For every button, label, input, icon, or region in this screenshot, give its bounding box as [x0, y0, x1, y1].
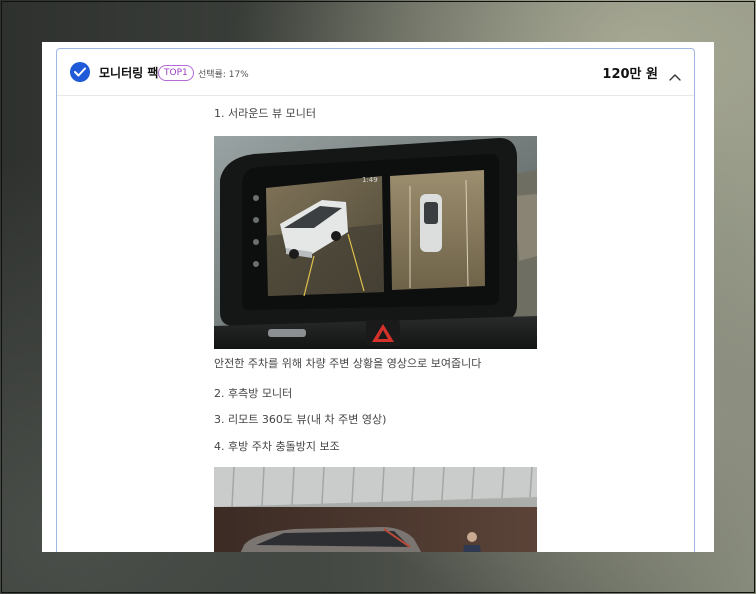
- feature-item-2: 2. 후측방 모니터: [214, 387, 293, 400]
- surround-view-image: 1:49: [214, 136, 537, 349]
- selection-rate: 선택률: 17%: [198, 70, 249, 80]
- check-circle-icon[interactable]: [70, 62, 90, 82]
- top-badge: TOP1: [158, 65, 194, 81]
- feature-item-4: 4. 후방 주차 충돌방지 보조: [214, 440, 340, 453]
- option-price: 120만 원: [602, 67, 658, 82]
- chevron-up-icon[interactable]: [668, 67, 682, 81]
- monitoring-pack-card: 모니터링 팩 TOP1 선택률: 17% 120만 원 1. 서라운드 뷰 모니…: [56, 48, 695, 552]
- feature-item-3: 3. 리모트 360도 뷰(내 차 주변 영상): [214, 413, 387, 426]
- feature-item-1: 1. 서라운드 뷰 모니터: [214, 107, 316, 120]
- option-title: 모니터링 팩: [99, 66, 159, 80]
- card-header[interactable]: 모니터링 팩 TOP1 선택률: 17% 120만 원: [57, 49, 694, 96]
- option-panel: 모니터링 팩 TOP1 선택률: 17% 120만 원 1. 서라운드 뷰 모니…: [42, 42, 714, 552]
- screen-time: 1:49: [362, 176, 378, 184]
- feature-item-1-description: 안전한 주차를 위해 차량 주변 상황을 영상으로 보여줍니다: [214, 357, 482, 370]
- rear-parking-image: [214, 467, 537, 552]
